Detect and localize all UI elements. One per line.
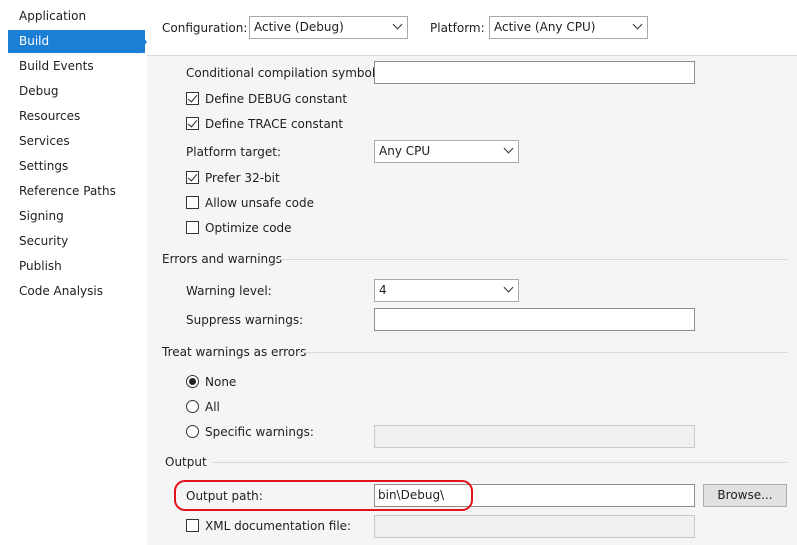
platform-select[interactable]: Active (Any CPU) (489, 16, 648, 39)
sidebar-item-settings[interactable]: Settings (8, 155, 145, 178)
configuration-label: Configuration: (162, 21, 248, 35)
output-path-highlight (174, 480, 473, 511)
sidebar-item-debug[interactable]: Debug (8, 80, 145, 103)
warning-level-select[interactable]: 4 (374, 279, 519, 302)
sidebar-item-application[interactable]: Application (8, 5, 145, 28)
chevron-down-icon (503, 282, 514, 293)
specific-warnings-input[interactable] (374, 425, 695, 448)
define-trace-checkbox[interactable] (186, 117, 199, 130)
define-debug-label: Define DEBUG constant (205, 92, 348, 106)
sidebar-item-security[interactable]: Security (8, 230, 145, 253)
sidebar-item-publish[interactable]: Publish (8, 255, 145, 278)
cond-symbols-label: Conditional compilation symbols: (186, 66, 386, 80)
suppress-warnings-label: Suppress warnings: (186, 313, 304, 327)
xml-doc-checkbox[interactable] (186, 519, 199, 532)
xml-doc-input[interactable] (374, 515, 695, 538)
sidebar-item-build-events[interactable]: Build Events (8, 55, 145, 78)
prefer-32bit-checkbox[interactable] (186, 171, 199, 184)
errors-warnings-heading: Errors and warnings (162, 252, 283, 266)
chevron-down-icon (392, 19, 403, 30)
specific-warnings-radio[interactable] (186, 425, 199, 438)
xml-doc-label: XML documentation file: (205, 519, 352, 533)
platform-value: Active (Any CPU) (494, 20, 596, 34)
define-trace-label: Define TRACE constant (205, 117, 344, 131)
sidebar-item-build[interactable]: Build (8, 30, 145, 53)
chevron-down-icon (632, 19, 643, 30)
sidebar: Application Build Build Events Debug Res… (0, 0, 147, 545)
warning-level-label: Warning level: (186, 284, 272, 298)
cond-symbols-input[interactable] (374, 61, 695, 84)
allow-unsafe-label: Allow unsafe code (205, 196, 315, 210)
all-radio-label: All (205, 400, 220, 414)
sidebar-item-reference-paths[interactable]: Reference Paths (8, 180, 145, 203)
allow-unsafe-checkbox[interactable] (186, 196, 199, 209)
define-debug-checkbox[interactable] (186, 92, 199, 105)
platform-target-value: Any CPU (379, 144, 431, 158)
platform-target-label: Platform target: (186, 145, 281, 159)
all-radio[interactable] (186, 400, 199, 413)
group-divider (212, 462, 787, 463)
prefer-32bit-label: Prefer 32-bit (205, 171, 280, 185)
configuration-select[interactable]: Active (Debug) (249, 16, 408, 39)
configuration-value: Active (Debug) (254, 20, 344, 34)
output-heading: Output (165, 455, 207, 469)
group-divider (297, 352, 787, 353)
sidebar-item-resources[interactable]: Resources (8, 105, 145, 128)
browse-button[interactable]: Browse... (703, 484, 787, 507)
none-radio-label: None (205, 375, 237, 389)
sidebar-item-signing[interactable]: Signing (8, 205, 145, 228)
divider (147, 55, 797, 56)
platform-label: Platform: (430, 21, 485, 35)
sidebar-item-services[interactable]: Services (8, 130, 145, 153)
warning-level-value: 4 (379, 283, 387, 297)
optimize-code-checkbox[interactable] (186, 221, 199, 234)
chevron-down-icon (503, 143, 514, 154)
optimize-code-label: Optimize code (205, 221, 292, 235)
none-radio[interactable] (186, 375, 199, 388)
specific-warnings-label: Specific warnings: (205, 425, 314, 439)
selection-arrow-icon (137, 30, 147, 54)
sidebar-item-code-analysis[interactable]: Code Analysis (8, 280, 145, 303)
platform-target-select[interactable]: Any CPU (374, 140, 519, 163)
group-divider (275, 259, 787, 260)
treat-warnings-heading: Treat warnings as errors (162, 345, 307, 359)
suppress-warnings-input[interactable] (374, 308, 695, 331)
